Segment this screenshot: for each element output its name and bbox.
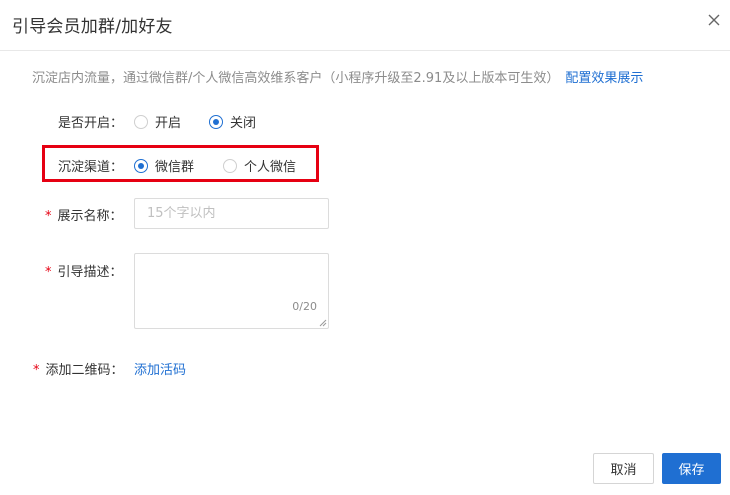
description-label-text: 引导描述：: [57, 265, 123, 280]
dialog-header: 引导会员加群/加好友: [0, 0, 730, 51]
close-icon[interactable]: [704, 10, 724, 30]
add-live-code-link[interactable]: 添加活码: [134, 359, 186, 378]
display-name-label-text: 展示名称：: [57, 209, 123, 224]
char-counter: 0/20: [292, 300, 317, 313]
channel-option-personal-label: 个人微信: [244, 160, 297, 175]
qrcode-label-text: 添加二维码：: [45, 363, 124, 378]
radio-dot: [209, 114, 223, 129]
enable-radio-off[interactable]: 关闭: [209, 112, 256, 131]
required-mark: *: [45, 265, 52, 280]
enable-label: 是否开启：: [58, 116, 124, 131]
radio-dot: [134, 158, 148, 173]
enable-option-on-label: 开启: [155, 116, 182, 131]
required-mark: *: [33, 363, 40, 378]
enable-radio-on[interactable]: 开启: [134, 112, 181, 131]
tip-text: 沉淀店内流量，通过微信群/个人微信高效维系客户（小程序升级至2.91及以上版本可…: [32, 67, 643, 86]
display-name-label: * 展示名称：: [45, 205, 123, 224]
qrcode-label: * 添加二维码：: [33, 359, 124, 378]
radio-dot: [223, 158, 237, 173]
save-button[interactable]: 保存: [662, 453, 721, 484]
resize-handle-icon[interactable]: [319, 319, 327, 327]
dialog-title: 引导会员加群/加好友: [12, 17, 173, 37]
display-name-input[interactable]: [134, 198, 329, 229]
tip-description: 沉淀店内流量，通过微信群/个人微信高效维系客户（小程序升级至2.91及以上版本可…: [32, 71, 560, 86]
cancel-button[interactable]: 取消: [593, 453, 654, 484]
required-mark: *: [45, 209, 52, 224]
description-label: * 引导描述：: [45, 261, 123, 280]
channel-radio-wechat-group[interactable]: 微信群: [134, 156, 194, 175]
enable-option-off-label: 关闭: [230, 116, 257, 131]
description-textarea[interactable]: 0/20: [134, 253, 329, 329]
channel-radio-personal-wechat[interactable]: 个人微信: [223, 156, 296, 175]
channel-label: 沉淀渠道：: [58, 160, 124, 175]
config-preview-link[interactable]: 配置效果展示: [565, 71, 643, 86]
radio-dot: [134, 114, 148, 129]
channel-option-group-label: 微信群: [155, 160, 195, 175]
